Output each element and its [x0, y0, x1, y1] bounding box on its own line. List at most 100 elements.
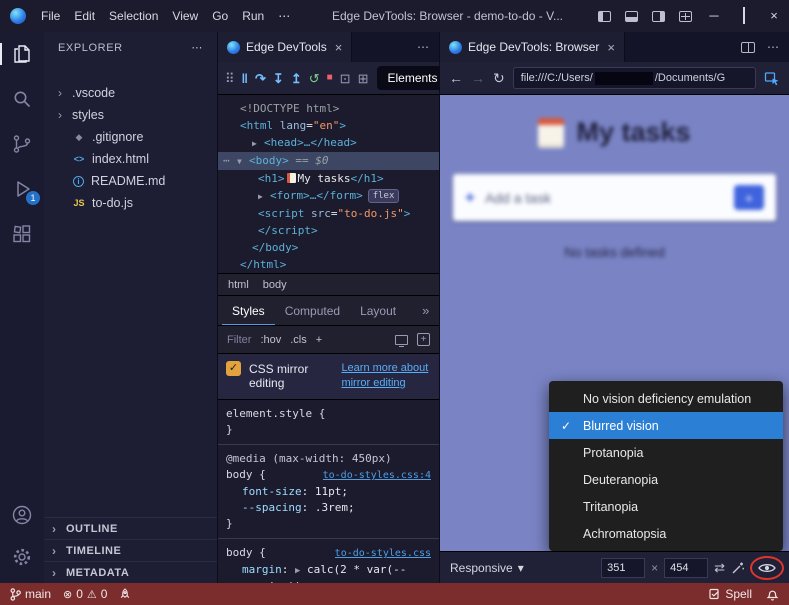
- explorer-more-actions-icon[interactable]: ⋯: [191, 41, 203, 54]
- element-style-rule[interactable]: element.style {: [226, 406, 431, 422]
- explorer-icon[interactable]: [10, 42, 34, 66]
- close-tab-icon[interactable]: ×: [333, 40, 343, 55]
- toggle-sidebar-icon[interactable]: [598, 11, 611, 22]
- split-editor-icon[interactable]: [741, 42, 755, 53]
- customize-layout-icon[interactable]: [679, 11, 692, 22]
- menu-edit[interactable]: Edit: [67, 0, 102, 32]
- css-property-spacing[interactable]: --spacing: .3rem;: [226, 500, 431, 516]
- search-icon[interactable]: [10, 87, 34, 111]
- grip-icon[interactable]: ⠿: [225, 72, 235, 85]
- add-class-button[interactable]: +: [316, 334, 322, 346]
- vision-deficiency-button[interactable]: [755, 560, 779, 576]
- dom-node-head[interactable]: ▶<head>…</head>: [218, 134, 439, 152]
- toggle-secondary-sidebar-icon[interactable]: [652, 11, 665, 22]
- editor-more-actions-icon[interactable]: ⋯: [767, 40, 779, 54]
- accounts-icon[interactable]: [10, 503, 34, 527]
- git-branch-item[interactable]: main: [10, 587, 51, 601]
- stop-icon[interactable]: ■: [327, 73, 333, 83]
- flex-badge[interactable]: flex: [368, 189, 400, 203]
- dom-node-h1[interactable]: <h1>My tasks</h1>: [218, 170, 439, 187]
- viewport-width-input[interactable]: [601, 558, 645, 578]
- tree-item-readme[interactable]: i README.md: [44, 170, 217, 192]
- toggle-panel-icon[interactable]: [625, 11, 638, 22]
- device-mode-dropdown[interactable]: Responsive ▾: [450, 561, 524, 575]
- notifications-item[interactable]: [766, 588, 779, 601]
- css-rule-body-2[interactable]: body { to-do-styles.css: [226, 545, 431, 562]
- url-bar[interactable]: file:///C:/Users/ /Documents/G: [513, 67, 756, 89]
- tab-layout[interactable]: Layout: [350, 296, 406, 326]
- step-out-icon[interactable]: ↥: [291, 72, 302, 85]
- dom-node-script-close[interactable]: </script>: [218, 222, 439, 239]
- breadcrumb-body[interactable]: body: [263, 279, 287, 291]
- section-metadata[interactable]: › METADATA: [44, 561, 217, 583]
- menu-item-tritanopia[interactable]: Tritanopia: [549, 493, 783, 520]
- add-task-button[interactable]: +: [734, 185, 764, 210]
- tree-item-styles[interactable]: › styles: [44, 104, 217, 126]
- tree-item-vscode[interactable]: › .vscode: [44, 82, 217, 104]
- extensions-icon[interactable]: [10, 222, 34, 246]
- add-task-input[interactable]: + Add a task +: [453, 174, 776, 221]
- menu-item-blurred-vision[interactable]: ✓Blurred vision: [549, 412, 783, 439]
- menu-item-deuteranopia[interactable]: Deuteranopia: [549, 466, 783, 493]
- inspect-page-icon[interactable]: [764, 70, 780, 86]
- tab-computed[interactable]: Computed: [275, 296, 350, 326]
- dom-node-html-close[interactable]: </html>: [218, 256, 439, 273]
- tab-edge-devtools[interactable]: Edge DevTools ×: [218, 32, 352, 62]
- css-rule-body-1[interactable]: body { to-do-styles.css:4: [226, 467, 431, 484]
- menu-selection[interactable]: Selection: [102, 0, 165, 32]
- section-timeline[interactable]: › TIMELINE: [44, 539, 217, 561]
- css-property-margin[interactable]: margin: ▶ calc(2 * var(--spacing));: [226, 562, 431, 583]
- close-tab-icon[interactable]: ×: [605, 40, 615, 55]
- tab-styles[interactable]: Styles: [222, 296, 275, 326]
- filter-input[interactable]: Filter: [227, 334, 251, 346]
- menu-run[interactable]: Run: [235, 0, 271, 32]
- tree-closed-icon[interactable]: ▶: [258, 188, 270, 205]
- ports-item[interactable]: [119, 588, 131, 601]
- inspect-element-icon[interactable]: ⊡: [340, 72, 351, 85]
- tab-elements[interactable]: Elements: [377, 66, 447, 90]
- dom-node-body-selected[interactable]: ⋯▼<body> == $0: [218, 152, 439, 170]
- menu-go[interactable]: Go: [205, 0, 235, 32]
- tab-edge-devtools-browser[interactable]: Edge DevTools: Browser ×: [440, 32, 625, 62]
- problems-item[interactable]: ⊗ 0 ⚠ 0: [63, 587, 107, 601]
- class-toggle-button[interactable]: .cls: [290, 334, 307, 346]
- menu-item-achromatopsia[interactable]: Achromatopsia: [549, 520, 783, 547]
- minimize-button[interactable]: ─: [699, 0, 729, 32]
- editor-more-actions-icon[interactable]: ⋯: [417, 40, 429, 54]
- dom-node-doctype[interactable]: <!DOCTYPE html>: [218, 100, 439, 117]
- step-into-icon[interactable]: ↧: [273, 72, 284, 85]
- node-more-icon[interactable]: ⋯: [223, 152, 237, 169]
- back-icon[interactable]: ←: [449, 70, 463, 86]
- dom-node-form[interactable]: ▶<form>…</form>flex: [218, 187, 439, 205]
- dom-node-body-close[interactable]: </body>: [218, 239, 439, 256]
- css-mirror-checkbox[interactable]: ✓: [226, 361, 241, 376]
- restart-icon[interactable]: ↺: [309, 72, 320, 85]
- spell-checker-item[interactable]: Spell: [709, 587, 752, 601]
- new-style-rule-icon[interactable]: +: [417, 333, 430, 346]
- step-over-icon[interactable]: ↷: [255, 72, 266, 85]
- tree-closed-icon[interactable]: ▶: [252, 135, 264, 152]
- device-emulation-icon[interactable]: ⊞: [358, 72, 369, 85]
- mirror-editing-learn-more-link[interactable]: Learn more about mirror editing: [341, 361, 431, 392]
- viewport-height-input[interactable]: [664, 558, 708, 578]
- source-control-icon[interactable]: [10, 132, 34, 156]
- tree-item-index-html[interactable]: <> index.html: [44, 148, 217, 170]
- css-property-font-size[interactable]: font-size: 11pt;: [226, 484, 431, 500]
- run-debug-icon[interactable]: 1: [10, 177, 34, 201]
- dom-node-script[interactable]: <script src="to-do.js">: [218, 205, 439, 222]
- menu-item-protanopia[interactable]: Protanopia: [549, 439, 783, 466]
- rotate-viewport-icon[interactable]: ⇄: [714, 560, 725, 576]
- reload-icon[interactable]: ↻: [493, 70, 505, 87]
- tree-item-todo-js[interactable]: JS to-do.js: [44, 192, 217, 214]
- dom-node-html[interactable]: <html lang="en">: [218, 117, 439, 134]
- menu-file[interactable]: File: [34, 0, 67, 32]
- settings-gear-icon[interactable]: [10, 545, 34, 569]
- tree-item-gitignore[interactable]: ◆ .gitignore: [44, 126, 217, 148]
- rendering-emulation-icon[interactable]: [395, 335, 408, 345]
- menu-item-no-emulation[interactable]: No vision deficiency emulation: [549, 385, 783, 412]
- section-outline[interactable]: › OUTLINE: [44, 517, 217, 539]
- pause-icon[interactable]: ‖: [242, 72, 248, 85]
- hover-state-button[interactable]: :hov: [260, 334, 281, 346]
- close-window-button[interactable]: ×: [759, 0, 789, 32]
- menu-more[interactable]: ⋯: [271, 0, 297, 32]
